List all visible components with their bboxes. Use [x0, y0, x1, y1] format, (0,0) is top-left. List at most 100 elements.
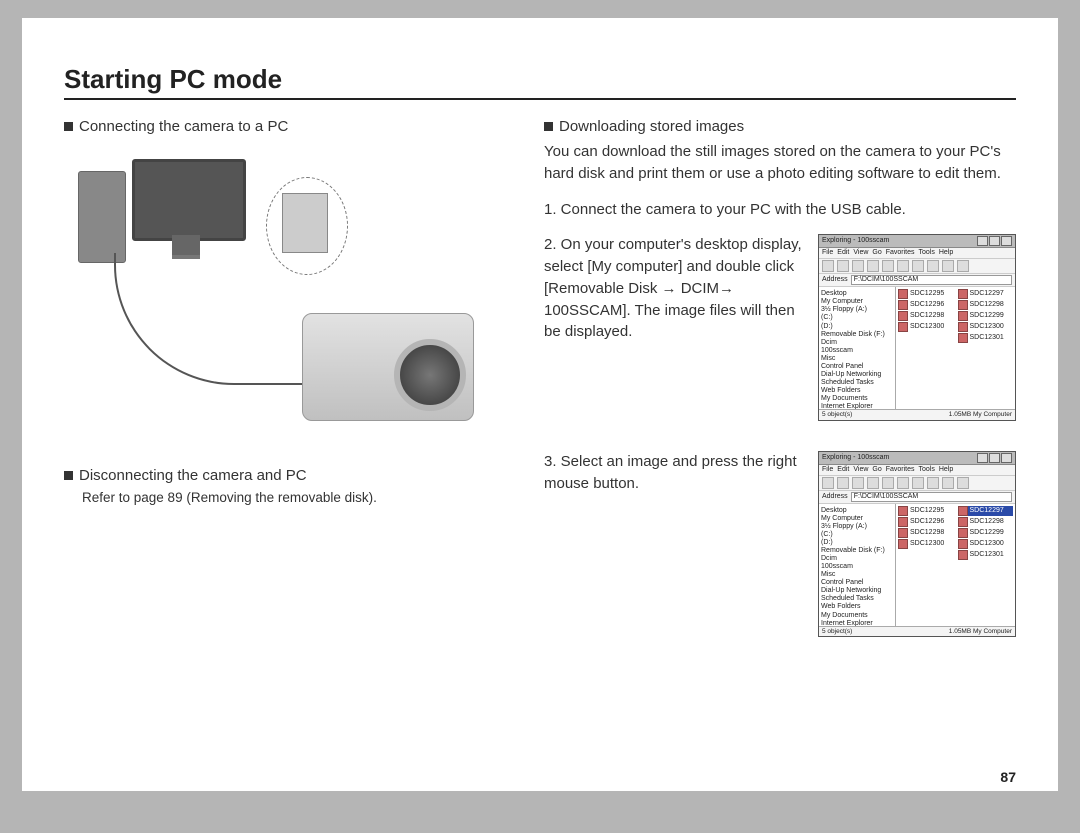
properties-icon[interactable] — [942, 260, 954, 272]
file-item[interactable]: SDC12297 — [958, 289, 1014, 299]
tree-item[interactable]: (D:) — [821, 323, 893, 331]
tree-item[interactable]: (C:) — [821, 531, 893, 539]
file-name: SDC12296 — [910, 301, 944, 309]
minimize-icon[interactable] — [977, 453, 988, 463]
file-item[interactable]: SDC12299 — [958, 311, 1014, 321]
tree-item[interactable]: Dial-Up Networking — [821, 587, 893, 595]
explorer-menubar: File Edit View Go Favorites Tools Help — [819, 465, 1015, 476]
file-item[interactable]: SDC12296 — [898, 300, 954, 310]
tree-item[interactable]: Dcim — [821, 555, 893, 563]
file-item[interactable]: SDC12301 — [958, 550, 1014, 560]
pc-monitor-icon — [132, 159, 246, 241]
address-input[interactable]: F:\DCIM\100SSCAM — [851, 492, 1012, 502]
tree-item[interactable]: (C:) — [821, 314, 893, 322]
tree-item[interactable]: 3½ Floppy (A:) — [821, 306, 893, 314]
undo-icon[interactable] — [912, 260, 924, 272]
pc-tower-icon — [78, 171, 126, 263]
file-item[interactable]: SDC12298 — [898, 311, 954, 321]
menu-item[interactable]: View — [853, 466, 868, 474]
menu-item[interactable]: Tools — [919, 249, 935, 257]
properties-icon[interactable] — [942, 477, 954, 489]
tree-item[interactable]: Scheduled Tasks — [821, 379, 893, 387]
file-item[interactable]: SDC12295 — [898, 506, 954, 516]
close-icon[interactable] — [1001, 236, 1012, 246]
image-file-icon — [958, 506, 968, 516]
file-item[interactable]: SDC12295 — [898, 289, 954, 299]
menu-item[interactable]: Edit — [837, 249, 849, 257]
menu-item[interactable]: Tools — [919, 466, 935, 474]
folder-tree[interactable]: Desktop My Computer 3½ Floppy (A:) (C:) … — [819, 504, 896, 626]
tree-item[interactable]: Desktop — [821, 290, 893, 298]
address-input[interactable]: F:\DCIM\100SSCAM — [851, 275, 1012, 285]
up-icon[interactable] — [852, 477, 864, 489]
forward-icon[interactable] — [837, 477, 849, 489]
views-icon[interactable] — [957, 260, 969, 272]
paste-icon[interactable] — [897, 477, 909, 489]
cut-icon[interactable] — [867, 260, 879, 272]
file-item-selected[interactable]: SDC12297 — [958, 506, 1014, 516]
delete-icon[interactable] — [927, 477, 939, 489]
file-list[interactable]: SDC12295 SDC12296 SDC12298 SDC12300 SDC1… — [896, 287, 1015, 409]
file-item[interactable]: SDC12299 — [958, 528, 1014, 538]
tree-item[interactable]: My Documents — [821, 612, 893, 620]
tree-item[interactable]: Dcim — [821, 339, 893, 347]
menu-item[interactable]: Favorites — [886, 249, 915, 257]
tree-item[interactable]: Removable Disk (F:) — [821, 547, 893, 555]
tree-item[interactable]: (D:) — [821, 539, 893, 547]
tree-item[interactable]: 100sscam — [821, 347, 893, 355]
tree-item[interactable]: Web Folders — [821, 603, 893, 611]
menu-item[interactable]: Help — [939, 249, 953, 257]
downloading-intro: You can download the still images stored… — [544, 141, 1016, 185]
file-item[interactable]: SDC12300 — [898, 539, 954, 549]
maximize-icon[interactable] — [989, 453, 1000, 463]
tree-item[interactable]: Control Panel — [821, 579, 893, 587]
paste-icon[interactable] — [897, 260, 909, 272]
tree-item[interactable]: Misc — [821, 571, 893, 579]
up-icon[interactable] — [852, 260, 864, 272]
tree-item[interactable]: 3½ Floppy (A:) — [821, 523, 893, 531]
copy-icon[interactable] — [882, 260, 894, 272]
maximize-icon[interactable] — [989, 236, 1000, 246]
views-icon[interactable] — [957, 477, 969, 489]
minimize-icon[interactable] — [977, 236, 988, 246]
tree-item[interactable]: Removable Disk (F:) — [821, 331, 893, 339]
tree-item[interactable]: Scheduled Tasks — [821, 595, 893, 603]
menu-item[interactable]: Go — [872, 249, 881, 257]
copy-icon[interactable] — [882, 477, 894, 489]
file-name: SDC12297 — [970, 507, 1004, 515]
tree-item[interactable]: Web Folders — [821, 387, 893, 395]
folder-tree[interactable]: Desktop My Computer 3½ Floppy (A:) (C:) … — [819, 287, 896, 409]
file-item[interactable]: SDC12298 — [958, 300, 1014, 310]
tree-item[interactable]: My Computer — [821, 515, 893, 523]
tree-item[interactable]: Misc — [821, 355, 893, 363]
delete-icon[interactable] — [927, 260, 939, 272]
cut-icon[interactable] — [867, 477, 879, 489]
close-icon[interactable] — [1001, 453, 1012, 463]
undo-icon[interactable] — [912, 477, 924, 489]
tree-item[interactable]: 100sscam — [821, 563, 893, 571]
tree-item[interactable]: Dial-Up Networking — [821, 371, 893, 379]
file-item[interactable]: SDC12300 — [958, 539, 1014, 549]
tree-item[interactable]: Internet Explorer — [821, 403, 893, 409]
file-item[interactable]: SDC12301 — [958, 333, 1014, 343]
file-item[interactable]: SDC12300 — [898, 322, 954, 332]
menu-item[interactable]: File — [822, 466, 833, 474]
file-item[interactable]: SDC12298 — [898, 528, 954, 538]
forward-icon[interactable] — [837, 260, 849, 272]
tree-item[interactable]: Internet Explorer — [821, 620, 893, 626]
file-item[interactable]: SDC12296 — [898, 517, 954, 527]
tree-item[interactable]: Control Panel — [821, 363, 893, 371]
menu-item[interactable]: Edit — [837, 466, 849, 474]
menu-item[interactable]: View — [853, 249, 868, 257]
menu-item[interactable]: Go — [872, 466, 881, 474]
menu-item[interactable]: Help — [939, 466, 953, 474]
back-icon[interactable] — [822, 477, 834, 489]
tree-item[interactable]: My Documents — [821, 395, 893, 403]
file-item[interactable]: SDC12300 — [958, 322, 1014, 332]
menu-item[interactable]: File — [822, 249, 833, 257]
tree-item[interactable]: Desktop — [821, 507, 893, 515]
menu-item[interactable]: Favorites — [886, 466, 915, 474]
file-item[interactable]: SDC12298 — [958, 517, 1014, 527]
file-list[interactable]: SDC12295 SDC12296 SDC12298 SDC12300 SDC1… — [896, 504, 1015, 626]
back-icon[interactable] — [822, 260, 834, 272]
